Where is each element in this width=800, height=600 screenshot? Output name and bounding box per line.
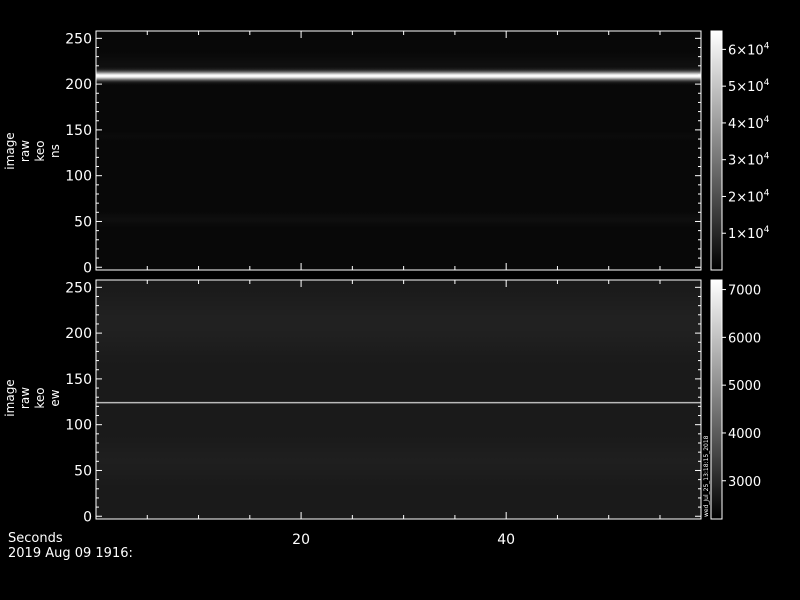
bright-emission-band bbox=[96, 401, 701, 405]
colorbar-tick-label: 4×104 bbox=[728, 115, 770, 132]
y-tick-label: 0 bbox=[83, 260, 92, 276]
y-tick-label: 250 bbox=[65, 280, 92, 296]
y-axis-label-line: keo bbox=[33, 140, 47, 161]
keogram-image bbox=[96, 280, 701, 519]
y-axis-label-line: raw bbox=[18, 387, 32, 409]
colorbar-tick-label: 1×104 bbox=[728, 225, 770, 242]
y-tick-label: 200 bbox=[65, 77, 92, 93]
date-label: 2019 Aug 09 1916: bbox=[8, 546, 133, 561]
y-tick-label: 100 bbox=[65, 169, 92, 185]
colorbar-tick-label: 5×104 bbox=[728, 78, 770, 95]
colorbar-tick-label: 3000 bbox=[728, 475, 761, 490]
colorbar-tick-label: 2×104 bbox=[728, 188, 770, 205]
colorbar-tick-label: 3×104 bbox=[728, 152, 770, 169]
y-axis-label-line: image bbox=[3, 132, 17, 169]
y-axis-label-line: image bbox=[3, 379, 17, 416]
y-axis-label-line: raw bbox=[18, 140, 32, 162]
y-tick-label: 50 bbox=[74, 214, 92, 230]
y-tick-label: 250 bbox=[65, 31, 92, 47]
colorbar bbox=[710, 30, 723, 271]
panel-1: 0 50 100 150 200 250 image raw keo ns 1×104 2×104 3×… bbox=[3, 30, 770, 276]
keogram-figure: 050100150200250image raw keo ns1×1042×1043×… bbox=[3, 30, 770, 548]
x-axis-label: Seconds bbox=[8, 531, 63, 546]
side-timestamp: wed_Jul_25_13:18:15_2018 bbox=[703, 435, 710, 517]
keogram-image bbox=[96, 31, 701, 270]
y-axis-label-line: ns bbox=[48, 144, 62, 158]
bright-emission-band bbox=[96, 66, 701, 85]
colorbar-tick-label: 4000 bbox=[728, 427, 761, 442]
y-tick-label: 100 bbox=[65, 418, 92, 434]
y-tick-label: 150 bbox=[65, 123, 92, 139]
colorbar-tick-label: 6000 bbox=[728, 331, 761, 346]
y-axis-label-line: ew bbox=[48, 389, 62, 406]
y-tick-label: 200 bbox=[65, 326, 92, 342]
colorbar-tick-label: 7000 bbox=[728, 284, 761, 299]
colorbar-tick-label: 5000 bbox=[728, 379, 761, 394]
x-tick-label: 40 bbox=[497, 532, 515, 548]
y-tick-label: 50 bbox=[74, 463, 92, 479]
y-axis-label-line: keo bbox=[33, 387, 47, 408]
panel-2: 0 50 100 150 200 250 20 40 image raw keo ew 3000 4000… bbox=[3, 279, 761, 548]
y-tick-label: 0 bbox=[83, 509, 92, 525]
y-tick-label: 150 bbox=[65, 372, 92, 388]
colorbar-tick-label: 6×104 bbox=[728, 41, 770, 58]
x-tick-label: 20 bbox=[292, 532, 310, 548]
colorbar bbox=[710, 279, 723, 520]
